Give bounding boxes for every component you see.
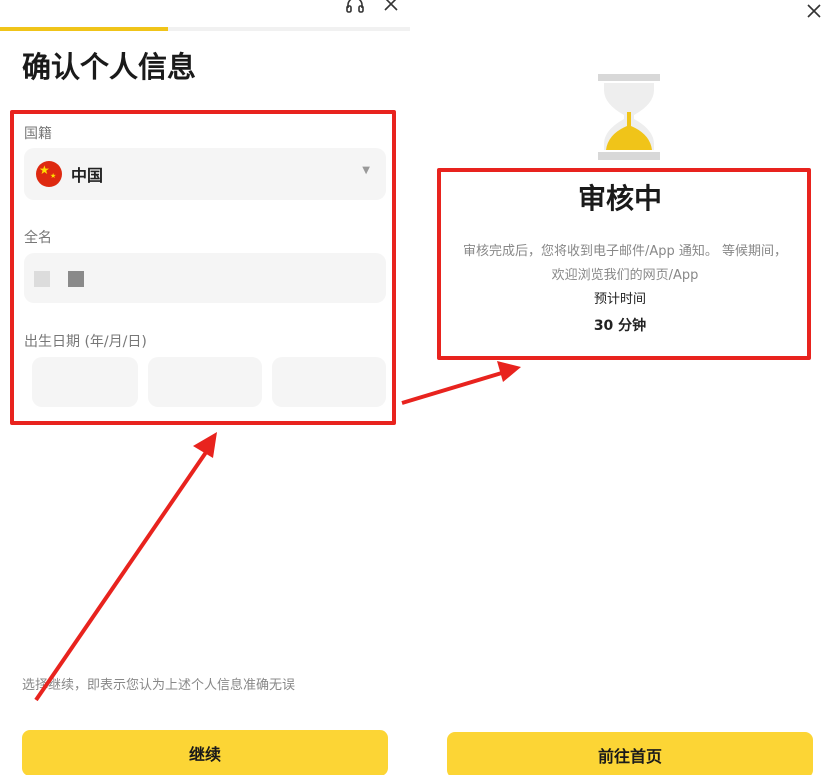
annotation-arrows <box>34 361 521 702</box>
arrow-to-form <box>34 432 217 702</box>
arrow-to-status <box>401 361 521 405</box>
